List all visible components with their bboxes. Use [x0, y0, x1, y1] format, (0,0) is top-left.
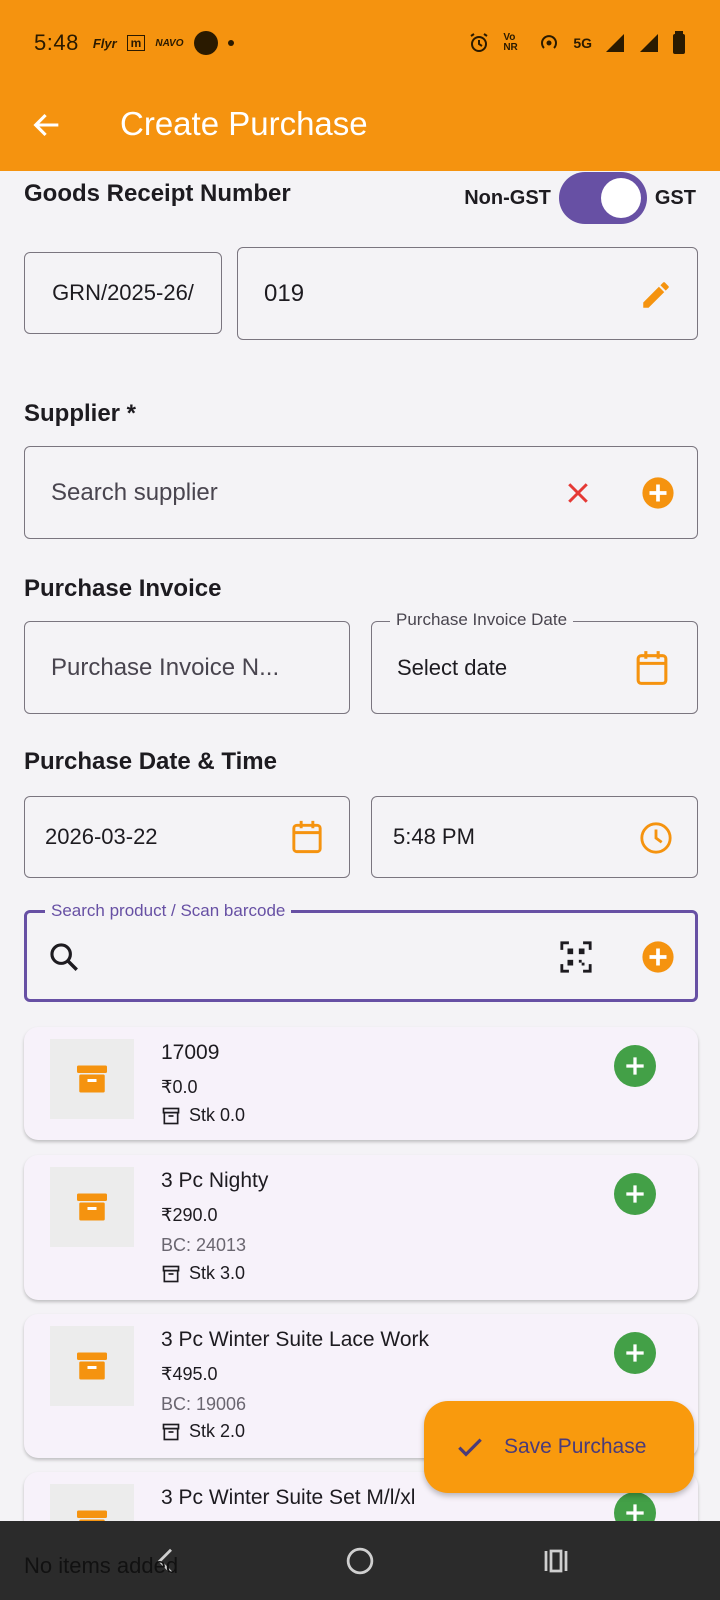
add-product-icon[interactable] [641, 940, 675, 974]
product-name: 17009 [161, 1041, 220, 1064]
status-bar: 5:48 Flyr m NAVO Vo NR 5G [34, 26, 686, 60]
spotify-icon [193, 31, 218, 55]
more-notifications-icon [227, 40, 234, 46]
invoice-date-label: Purchase Invoice Date [390, 610, 574, 630]
qr-scan-icon[interactable] [559, 940, 593, 974]
save-purchase-label: Save Purchase [504, 1435, 647, 1458]
system-icons: Vo NR 5G [467, 31, 686, 55]
grn-number: 019 [264, 279, 305, 307]
page-title: Create Purchase [120, 105, 368, 142]
add-supplier-icon[interactable] [641, 476, 675, 510]
invoice-number-input[interactable]: Purchase Invoice N... [51, 654, 279, 682]
gst-toggle-switch[interactable] [558, 172, 647, 224]
add-item-button[interactable] [614, 1045, 656, 1087]
recents-icon [544, 1549, 568, 1573]
save-purchase-button[interactable]: Save Purchase [424, 1401, 694, 1493]
product-card[interactable]: 3 Pc Nighty ₹290.0 BC: 24013 Stk 3.0 [24, 1155, 698, 1300]
toggle-knob [600, 178, 641, 218]
product-card[interactable]: 17009 ₹0.0 Stk 0.0 [24, 1027, 698, 1140]
product-price: ₹0.0 [161, 1077, 198, 1097]
add-item-button[interactable] [614, 1332, 656, 1374]
plus-icon [626, 1057, 644, 1075]
archive-box-icon [77, 1352, 107, 1380]
product-stock: Stk 3.0 [161, 1263, 245, 1284]
purchase-time-value: 5:48 PM [393, 824, 475, 849]
purchase-date-field[interactable]: 2026-03-22 [24, 796, 350, 878]
product-stock-value: Stk 2.0 [189, 1421, 246, 1441]
archive-box-icon [77, 1193, 107, 1221]
nav-home-button[interactable] [340, 1541, 380, 1581]
invoice-number-field[interactable]: Purchase Invoice N... [24, 621, 350, 714]
edit-icon[interactable] [639, 278, 673, 312]
product-barcode: BC: 19006 [161, 1394, 247, 1414]
top-bar: 5:48 Flyr m NAVO Vo NR 5G Create Purchas… [0, 0, 720, 171]
supplier-title: Supplier * [24, 400, 137, 427]
product-search-label: Search product / Scan barcode [45, 901, 292, 921]
notification-icons: Flyr m NAVO [93, 31, 234, 55]
grn-prefix: GRN/2025-26/ [52, 280, 194, 305]
purchase-datetime-title: Purchase Date & Time [24, 748, 277, 775]
add-item-button[interactable] [614, 1173, 656, 1215]
product-thumbnail [50, 1039, 134, 1119]
alarm-icon [470, 33, 488, 52]
product-thumbnail [50, 1326, 134, 1406]
arrow-left-icon [33, 113, 59, 137]
app-bar: Create Purchase [0, 96, 720, 152]
empty-items-text: No items added [24, 1553, 179, 1578]
supplier-search-field[interactable]: Search supplier [24, 446, 698, 539]
clock-icon[interactable] [639, 821, 673, 855]
gst-toggle-group: Non-GST GST [464, 170, 696, 226]
plus-icon [626, 1185, 644, 1203]
purchase-date-value: 2026-03-22 [45, 824, 158, 849]
grn-number-field[interactable]: 019 [237, 247, 698, 340]
invoice-date-value: Select date [397, 654, 508, 680]
product-price: ₹495.0 [161, 1364, 218, 1384]
nav-recents-button[interactable] [536, 1541, 576, 1581]
supplier-search-input[interactable]: Search supplier [51, 479, 218, 507]
product-name: 3 Pc Nighty [161, 1169, 269, 1192]
product-stock-value: Stk 3.0 [189, 1263, 246, 1283]
back-button[interactable] [30, 108, 64, 142]
clear-icon[interactable] [563, 478, 593, 508]
grn-prefix-field: GRN/2025-26/ [24, 252, 222, 334]
invoice-date-field[interactable]: Purchase Invoice Date Select date [371, 610, 698, 714]
non-gst-label: Non-GST [464, 186, 551, 209]
hotspot-icon [541, 35, 558, 49]
product-thumbnail [50, 1167, 134, 1247]
home-circle-icon [346, 1547, 374, 1575]
product-price: ₹290.0 [161, 1205, 218, 1225]
product-stock-value: Stk 0.0 [189, 1105, 246, 1125]
inventory-icon [162, 1265, 180, 1282]
archive-box-icon [77, 1065, 107, 1093]
navo-app-icon: NAVO [155, 37, 184, 49]
signal-icon [606, 34, 624, 52]
inventory-icon [162, 1423, 180, 1440]
calendar-icon[interactable] [289, 818, 325, 856]
product-name: 3 Pc Winter Suite Set M/l/xl [161, 1486, 416, 1509]
invoice-title: Purchase Invoice [24, 575, 222, 602]
volte-icon: Vo NR [503, 32, 518, 53]
battery-icon [673, 31, 685, 54]
flyr-app-icon: Flyr [92, 35, 117, 51]
product-search-field[interactable]: Search product / Scan barcode [24, 901, 698, 1002]
product-stock: Stk 0.0 [161, 1105, 245, 1126]
purchase-time-field[interactable]: 5:48 PM [371, 796, 698, 878]
calendar-icon[interactable] [633, 648, 671, 688]
inventory-icon [162, 1107, 180, 1124]
plus-icon [626, 1344, 644, 1362]
gst-label: GST [654, 186, 696, 209]
product-name: 3 Pc Winter Suite Lace Work [161, 1328, 430, 1351]
search-icon [50, 943, 78, 971]
product-stock: Stk 2.0 [161, 1421, 245, 1442]
product-barcode: BC: 24013 [161, 1235, 247, 1255]
signal-icon-2 [640, 34, 658, 52]
check-icon [458, 1438, 482, 1457]
network-type-icon: 5G [573, 35, 592, 51]
status-time: 5:48 [34, 30, 79, 55]
m-app-icon: m [126, 35, 146, 51]
grn-title: Goods Receipt Number [24, 180, 291, 207]
